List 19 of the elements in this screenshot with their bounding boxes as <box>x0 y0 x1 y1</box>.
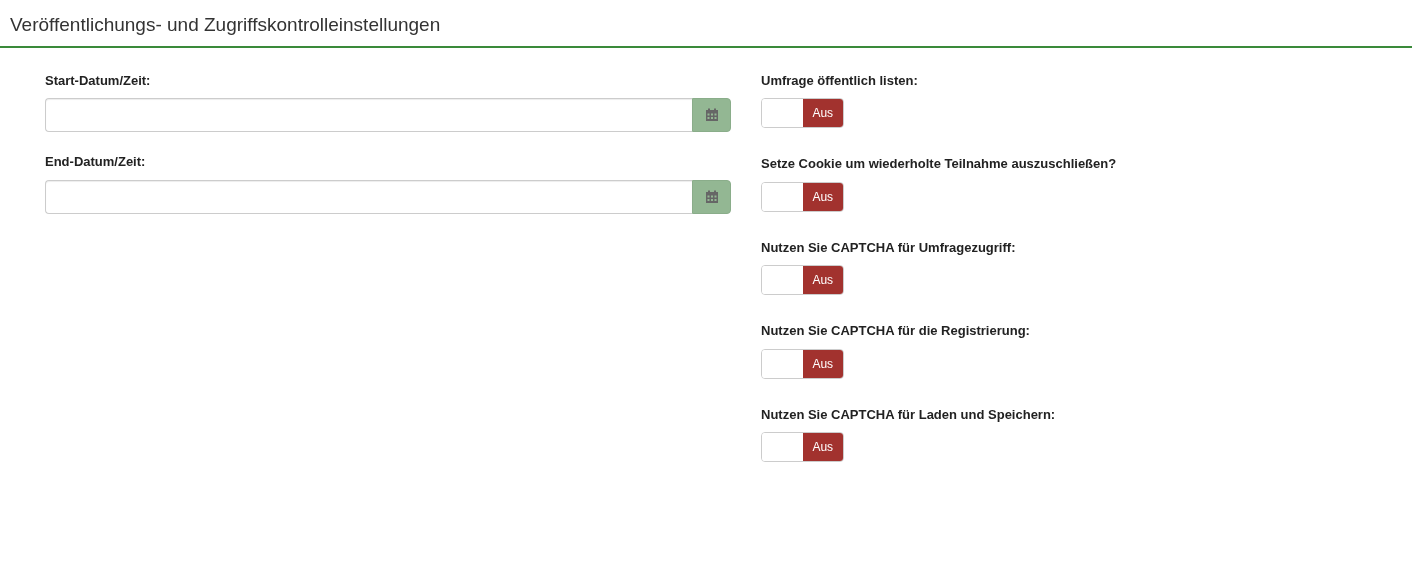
field-label: Start-Datum/Zeit: <box>45 71 152 90</box>
calendar-icon <box>704 189 719 204</box>
toggle-label: Nutzen Sie CAPTCHA für Umfragezugriff: <box>761 238 1017 257</box>
field-label: End-Datum/Zeit: <box>45 153 147 172</box>
toggle-switch[interactable]: Aus <box>761 98 844 129</box>
date-input-field[interactable] <box>45 98 692 133</box>
calendar-button[interactable] <box>692 179 731 214</box>
date-input-field[interactable] <box>45 179 692 214</box>
toggle-switch[interactable]: Aus <box>761 265 844 296</box>
toggle-label: Setze Cookie um wiederholte Teilnahme auszuschließen? <box>761 155 1118 174</box>
calendar-button[interactable] <box>692 98 731 133</box>
toggle-label: Nutzen Sie CAPTCHA für Laden und Speichern: <box>761 405 1057 424</box>
toggle-switch[interactable]: Aus <box>761 348 844 379</box>
toggle-switch[interactable]: Aus <box>761 432 844 463</box>
calendar-icon <box>704 108 719 123</box>
toggle-label: Nutzen Sie CAPTCHA für die Registrierung: <box>761 322 1031 341</box>
section-title: Veröffentlichungs- und Zugriffskontrolleinstellungen <box>0 0 1412 48</box>
toggle-label: Umfrage öffentlich listen: <box>761 71 919 90</box>
toggle-switch[interactable]: Aus <box>761 181 844 212</box>
